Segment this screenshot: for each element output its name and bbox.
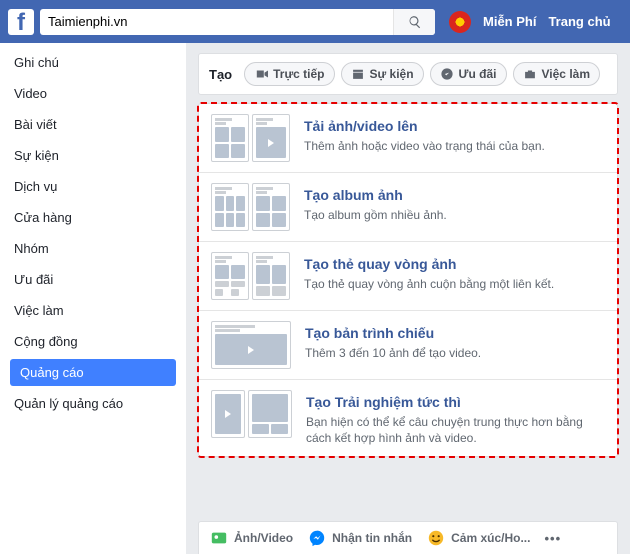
sidebar-item[interactable]: Bài viết	[0, 109, 186, 140]
option-description: Thêm ảnh hoặc video vào trạng thái của b…	[304, 138, 545, 154]
search-icon	[408, 15, 422, 29]
top-bar: f Miễn Phí Trang chủ	[0, 0, 630, 43]
search-button[interactable]	[393, 9, 435, 35]
create-option[interactable]: Tạo bản trình chiếu Thêm 3 đến 10 ảnh để …	[199, 311, 617, 380]
composer-footer: Ảnh/Video Nhận tin nhắn Cảm xúc/Ho... •••	[198, 521, 618, 554]
option-description: Tạo thẻ quay vòng ảnh cuộn bằng một liên…	[304, 276, 554, 292]
vietnam-flag-icon	[449, 11, 471, 33]
briefcase-icon	[523, 67, 537, 81]
brand-link[interactable]: Miễn Phí	[483, 14, 536, 29]
facebook-logo[interactable]: f	[8, 9, 34, 35]
option-title: Tạo thẻ quay vòng ảnh	[304, 256, 554, 272]
option-title: Tạo Trải nghiệm tức thì	[306, 394, 605, 410]
option-title: Tạo bản trình chiếu	[305, 325, 481, 341]
sidebar-item[interactable]: Ưu đãi	[0, 264, 186, 295]
footer-tab[interactable]: Ảnh/Video	[209, 528, 293, 548]
create-options-panel: Tải ảnh/video lên Thêm ảnh hoặc video vào…	[198, 103, 618, 457]
video-icon	[254, 67, 268, 81]
option-thumbnail	[211, 390, 292, 446]
home-link[interactable]: Trang chủ	[548, 14, 610, 29]
create-option[interactable]: Tạo album ảnh Tạo album gồm nhiều ảnh.	[199, 173, 617, 242]
create-chip[interactable]: Sự kiện	[341, 62, 424, 86]
search-input[interactable]	[40, 14, 393, 29]
sidebar: Ghi chúVideoBài viếtSự kiệnDịch vụCửa hà…	[0, 43, 186, 554]
option-description: Thêm 3 đến 10 ảnh để tạo video.	[305, 345, 481, 361]
sidebar-item[interactable]: Cửa hàng	[0, 202, 186, 233]
option-thumbnail	[211, 321, 291, 369]
option-thumbnail	[211, 183, 290, 231]
smile-icon	[426, 528, 446, 548]
option-thumbnail	[211, 252, 290, 300]
create-option[interactable]: Tạo Trải nghiệm tức thì Bạn hiện có thể k…	[199, 380, 617, 456]
option-title: Tải ảnh/video lên	[304, 118, 545, 134]
more-button[interactable]: •••	[544, 531, 561, 546]
calendar-icon	[351, 67, 365, 81]
sidebar-item[interactable]: Quảng cáo	[10, 359, 176, 386]
messenger-icon	[307, 528, 327, 548]
sidebar-item[interactable]: Quản lý quảng cáo	[0, 388, 186, 419]
create-option[interactable]: Tải ảnh/video lên Thêm ảnh hoặc video vào…	[199, 104, 617, 173]
sidebar-item[interactable]: Sự kiện	[0, 140, 186, 171]
sidebar-item[interactable]: Cộng đồng	[0, 326, 186, 357]
search-wrap	[40, 9, 435, 35]
create-label: Tạo	[209, 67, 232, 82]
sidebar-item[interactable]: Ghi chú	[0, 47, 186, 78]
layout: Ghi chúVideoBài viếtSự kiệnDịch vụCửa hà…	[0, 43, 630, 554]
create-chip[interactable]: Trực tiếp	[244, 62, 334, 86]
sidebar-item[interactable]: Video	[0, 78, 186, 109]
footer-tab[interactable]: Nhận tin nhắn	[307, 528, 412, 548]
sidebar-item[interactable]: Nhóm	[0, 233, 186, 264]
option-title: Tạo album ảnh	[304, 187, 447, 203]
option-thumbnail	[211, 114, 290, 162]
photo-icon	[209, 528, 229, 548]
option-description: Bạn hiện có thể kể câu chuyện trung thực…	[306, 414, 605, 446]
create-bar: Tạo Trực tiếp Sự kiệnƯu đãiViệc làm	[198, 53, 618, 95]
create-chip[interactable]: Việc làm	[513, 62, 600, 86]
option-description: Tạo album gồm nhiều ảnh.	[304, 207, 447, 223]
sidebar-item[interactable]: Việc làm	[0, 295, 186, 326]
create-option[interactable]: Tạo thẻ quay vòng ảnh Tạo thẻ quay vòng ả…	[199, 242, 617, 311]
create-chip[interactable]: Ưu đãi	[430, 62, 507, 86]
footer-tab[interactable]: Cảm xúc/Ho...	[426, 528, 530, 548]
tag-icon	[440, 67, 454, 81]
sidebar-item[interactable]: Dịch vụ	[0, 171, 186, 202]
main-content: Tạo Trực tiếp Sự kiệnƯu đãiViệc làm Tải ả…	[186, 43, 630, 554]
